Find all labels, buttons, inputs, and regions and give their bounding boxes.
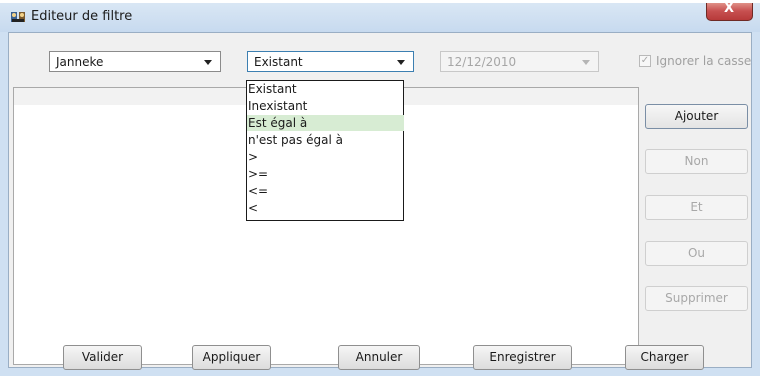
apply-button[interactable]: Appliquer [192, 345, 271, 370]
chevron-down-icon [204, 60, 212, 65]
filter-app-icon [11, 12, 25, 22]
field-select-value: Janneke [56, 55, 104, 69]
or-button[interactable]: Ou [645, 241, 748, 266]
close-button[interactable]: X [706, 0, 753, 21]
save-button[interactable]: Enregistrer [473, 345, 572, 370]
top-cutoff-strip [0, 0, 760, 3]
operator-select-value: Existant [254, 55, 303, 69]
filter-editor-window: Editeur de filtre X Janneke Existant 12/… [0, 0, 760, 376]
field-select[interactable]: Janneke [49, 51, 221, 72]
date-select[interactable]: 12/12/2010 [440, 51, 599, 72]
close-icon: X [724, 1, 735, 16]
chevron-down-icon [582, 60, 590, 65]
not-button[interactable]: Non [645, 149, 748, 174]
date-select-value: 12/12/2010 [447, 55, 517, 69]
add-button[interactable]: Ajouter [645, 104, 748, 129]
cancel-button[interactable]: Annuler [338, 345, 420, 370]
dropdown-item-not-equals[interactable]: n'est pas égal à [247, 132, 404, 148]
operator-select[interactable]: Existant [247, 51, 414, 72]
checkmark-icon: ✓ [639, 55, 651, 67]
validate-button[interactable]: Valider [63, 345, 142, 370]
dropdown-item-greater[interactable]: > [247, 149, 404, 165]
chevron-down-icon [397, 60, 405, 65]
title-bar[interactable]: Editeur de filtre X [0, 0, 760, 32]
dropdown-item-greater-equal[interactable]: >= [247, 166, 404, 182]
window-title: Editeur de filtre [31, 9, 133, 24]
ignore-case-label: Ignorer la casse [656, 54, 752, 68]
load-button[interactable]: Charger [625, 345, 704, 370]
dropdown-item-existant[interactable]: Existant [247, 81, 404, 97]
delete-button[interactable]: Supprimer [645, 286, 748, 311]
dropdown-item-less-equal[interactable]: <= [247, 183, 404, 199]
and-button[interactable]: Et [645, 195, 748, 220]
dropdown-item-inexistant[interactable]: Inexistant [247, 98, 404, 114]
dropdown-item-less[interactable]: < [247, 200, 404, 216]
dropdown-item-equals[interactable]: Est égal à [247, 115, 404, 131]
operator-dropdown-list[interactable]: Existant Inexistant Est égal à n'est pas… [246, 80, 404, 221]
